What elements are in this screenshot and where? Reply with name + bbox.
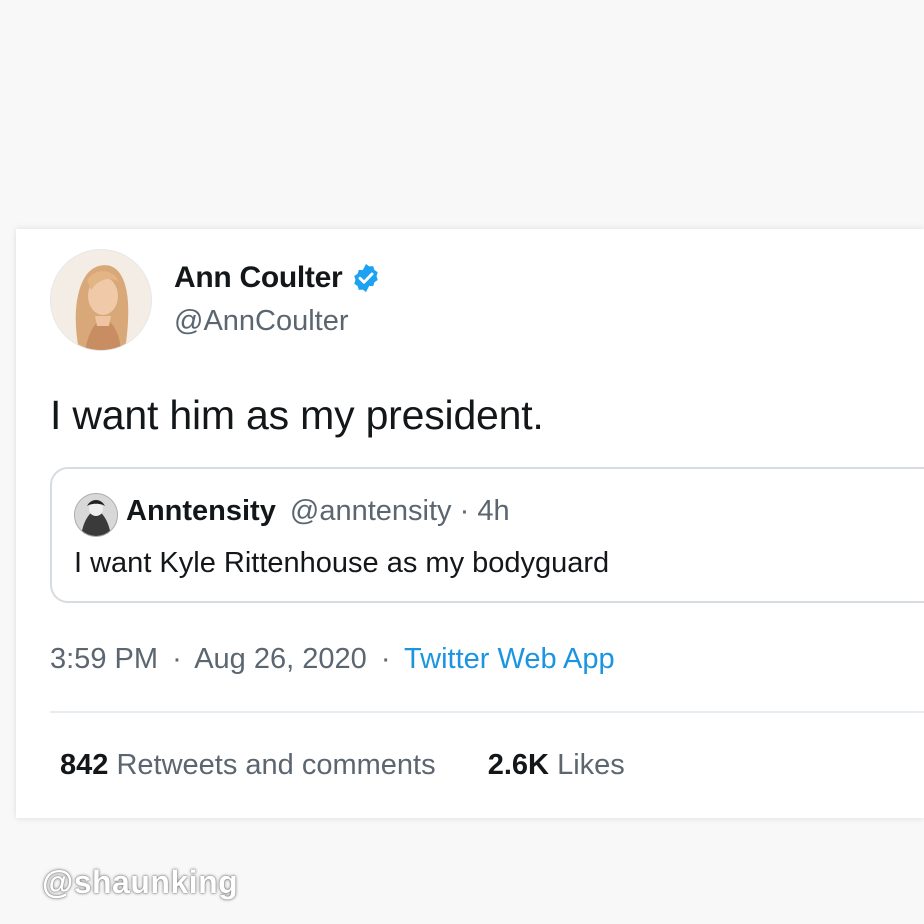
divider — [50, 711, 924, 713]
tweet-time[interactable]: 3:59 PM — [50, 643, 158, 675]
quoted-text: I want Kyle Rittenhouse as my bodyguard — [74, 547, 610, 579]
watermark: @shaunking — [42, 864, 239, 900]
author-handle[interactable]: @AnnCoulter — [174, 305, 349, 338]
quoted-handle-time: @anntensity · 4h — [289, 495, 510, 527]
author-name-row: Ann Coulter — [174, 261, 382, 295]
meta-separator: · — [172, 643, 182, 675]
quoted-display-name[interactable]: Anntensity — [126, 495, 276, 527]
tweet-date[interactable]: Aug 26, 2020 — [194, 643, 367, 675]
quoted-tweet[interactable]: Anntensity @anntensity · 4h I want Kyle … — [50, 467, 924, 603]
tweet-meta: 3:59 PM · Aug 26, 2020 · Twitter Web App — [50, 643, 615, 676]
likes-count: 2.6K — [487, 749, 549, 781]
meta-separator: · — [380, 643, 391, 675]
tweet-stats: 842 Retweets and comments 2.6K Likes — [60, 749, 625, 782]
author-display-name[interactable]: Ann Coulter — [174, 261, 343, 295]
likes-stat[interactable]: 2.6K Likes — [488, 749, 625, 781]
retweets-stat[interactable]: 842 Retweets and comments — [60, 749, 444, 781]
page: Ann Coulter @AnnCoulter I want him as my… — [0, 0, 924, 924]
quoted-header: Anntensity @anntensity · 4h — [126, 495, 510, 528]
retweets-label: Retweets and comments — [116, 749, 436, 781]
tweet-text: I want him as my president. — [50, 392, 544, 438]
verified-badge-icon — [350, 262, 382, 294]
tweet-card: Ann Coulter @AnnCoulter I want him as my… — [16, 229, 924, 818]
tweet-source-link[interactable]: Twitter Web App — [404, 643, 615, 675]
quoted-author-avatar — [74, 493, 118, 537]
author-avatar[interactable] — [50, 249, 152, 351]
likes-label: Likes — [557, 749, 625, 781]
retweets-count: 842 — [60, 749, 109, 781]
